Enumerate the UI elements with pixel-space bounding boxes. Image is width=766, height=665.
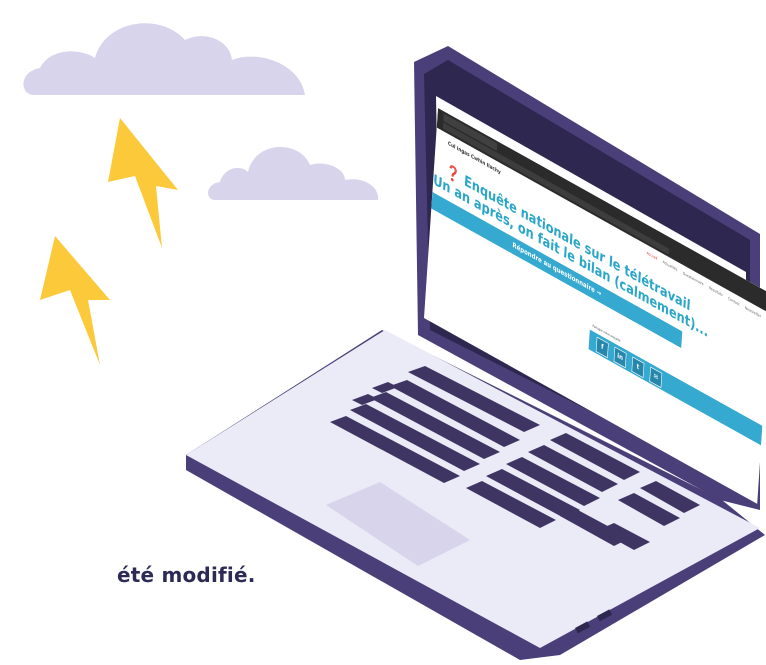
nav-item: Résultats	[708, 285, 723, 298]
linkedin-icon: in	[613, 346, 627, 369]
lightning-bolt-icon	[40, 236, 110, 365]
caption-text: été modifié.	[117, 563, 256, 587]
nav-item: Newsletter	[744, 305, 762, 320]
email-icon: ✉	[649, 366, 663, 389]
cloud-large-icon	[23, 23, 306, 96]
nav-item: Contact	[727, 296, 740, 308]
nav-item: Actualités	[662, 259, 678, 273]
nav-item: Accueil	[646, 250, 658, 262]
twitter-icon: t	[631, 356, 645, 379]
cloud-small-icon	[208, 147, 379, 200]
facebook-icon: f	[595, 336, 609, 359]
lightning-bolt-icon	[108, 118, 178, 248]
